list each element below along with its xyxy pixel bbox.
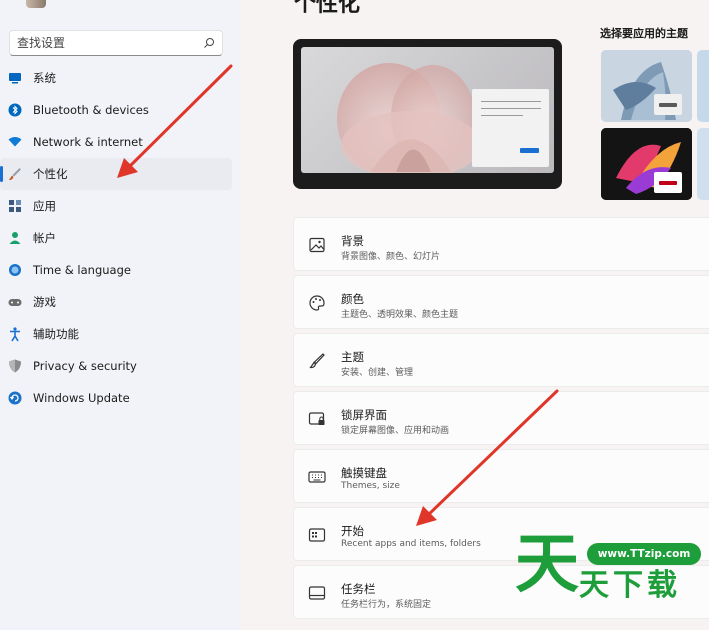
shield-icon — [9, 359, 21, 373]
theme-light-bloom[interactable] — [601, 50, 692, 122]
system-icon — [9, 73, 21, 84]
gaming-icon — [8, 299, 22, 306]
sidebar-item-label: 帐户 — [33, 231, 56, 245]
sidebar-item-label: 辅助功能 — [33, 327, 79, 341]
sidebar-item-label: 应用 — [33, 199, 56, 213]
preview-line — [481, 115, 523, 116]
image-icon — [309, 237, 325, 253]
search-icon[interactable] — [203, 37, 215, 49]
setting-lock-screen[interactable]: 锁屏界面 锁定屏幕图像、应用和动画 — [293, 391, 709, 445]
setting-title: 主题 — [341, 350, 364, 364]
sidebar-item-bluetooth[interactable]: Bluetooth & devices — [0, 94, 232, 126]
sidebar-item-label: 游戏 — [33, 295, 56, 309]
setting-subtitle: 任务栏行为，系统固定 — [341, 600, 432, 610]
setting-title: 开始 — [341, 524, 364, 538]
network-icon — [8, 137, 22, 147]
watermark-logo-char: 天 — [515, 527, 579, 602]
avatar[interactable] — [26, 0, 46, 8]
desktop-preview — [293, 39, 562, 189]
sidebar-item-label: Time & language — [33, 263, 131, 277]
lock-screen-icon — [308, 412, 325, 425]
preview-line — [481, 101, 541, 102]
setting-title: 任务栏 — [341, 582, 376, 596]
search-box[interactable] — [9, 30, 223, 56]
palette-icon — [309, 295, 325, 311]
sidebar-item-windows-update[interactable]: Windows Update — [0, 382, 232, 414]
preview-line — [481, 108, 541, 109]
keyboard-icon — [308, 471, 326, 483]
sidebar-item-accessibility[interactable]: 辅助功能 — [0, 318, 232, 350]
setting-subtitle: Themes, size — [341, 481, 400, 491]
sidebar-item-network[interactable]: Network & internet — [0, 126, 232, 158]
search-input[interactable] — [10, 31, 200, 55]
sidebar-item-label: 系统 — [33, 71, 56, 85]
preview-window — [472, 89, 549, 167]
watermark-url: www.TTzip.com — [587, 543, 701, 565]
sidebar-item-label: Bluetooth & devices — [33, 103, 149, 117]
sidebar-item-label: Windows Update — [33, 391, 130, 405]
setting-background[interactable]: 背景 背景图像、颜色、幻灯片 — [293, 217, 709, 271]
site-watermark: 天 www.TTzip.com 天下载 — [515, 527, 709, 630]
sidebar-nav: 系统 Bluetooth & devices Network & interne… — [0, 62, 240, 414]
sidebar-item-accounts[interactable]: 帐户 — [0, 222, 232, 254]
setting-subtitle: 主题色、透明效果、颜色主题 — [341, 310, 459, 320]
setting-subtitle: 安装、创建、管理 — [341, 368, 414, 378]
sidebar-item-label: Network & internet — [33, 135, 143, 149]
setting-colors[interactable]: 颜色 主题色、透明效果、颜色主题 — [293, 275, 709, 329]
sidebar-item-apps[interactable]: 应用 — [0, 190, 232, 222]
update-icon — [8, 391, 22, 405]
sidebar-item-label: 个性化 — [33, 167, 68, 181]
taskbar-icon — [308, 586, 326, 600]
sidebar-item-privacy[interactable]: Privacy & security — [0, 350, 232, 382]
time-language-icon — [9, 264, 21, 276]
setting-themes[interactable]: 主题 安装、创建、管理 — [293, 333, 709, 387]
start-icon — [308, 528, 326, 542]
sidebar-item-gaming[interactable]: 游戏 — [0, 286, 232, 318]
setting-subtitle: Recent apps and items, folders — [341, 539, 481, 549]
brush-icon — [9, 168, 21, 181]
setting-touch-keyboard[interactable]: 触摸键盘 Themes, size — [293, 449, 709, 503]
preview-accent-button — [520, 148, 539, 153]
sidebar-item-time-language[interactable]: Time & language — [0, 254, 232, 286]
setting-subtitle: 背景图像、颜色、幻灯片 — [341, 252, 441, 262]
themes-title: 选择要应用的主题 — [600, 27, 688, 40]
theme-partial-bottom[interactable] — [697, 128, 709, 200]
setting-title: 锁屏界面 — [341, 408, 387, 422]
setting-title: 触摸键盘 — [341, 466, 387, 480]
setting-subtitle: 锁定屏幕图像、应用和动画 — [341, 426, 450, 436]
brush-icon — [309, 353, 325, 369]
setting-title: 颜色 — [341, 292, 364, 306]
sidebar: 系统 Bluetooth & devices Network & interne… — [0, 0, 240, 630]
setting-title: 背景 — [341, 234, 364, 248]
sidebar-item-label: Privacy & security — [33, 359, 137, 373]
apps-icon — [9, 200, 21, 212]
theme-badge — [654, 94, 682, 115]
theme-partial-top[interactable] — [697, 50, 709, 122]
page-title: 个性化 — [294, 0, 361, 17]
theme-badge — [654, 172, 682, 193]
preview-wallpaper — [301, 47, 554, 173]
sidebar-item-system[interactable]: 系统 — [0, 62, 232, 94]
bluetooth-icon — [8, 103, 22, 117]
sidebar-item-personalization[interactable]: 个性化 — [0, 158, 232, 190]
account-icon — [9, 232, 21, 244]
theme-dark-glow[interactable] — [601, 128, 692, 200]
watermark-text: 天下载 — [579, 568, 681, 603]
accessibility-icon — [10, 327, 20, 342]
